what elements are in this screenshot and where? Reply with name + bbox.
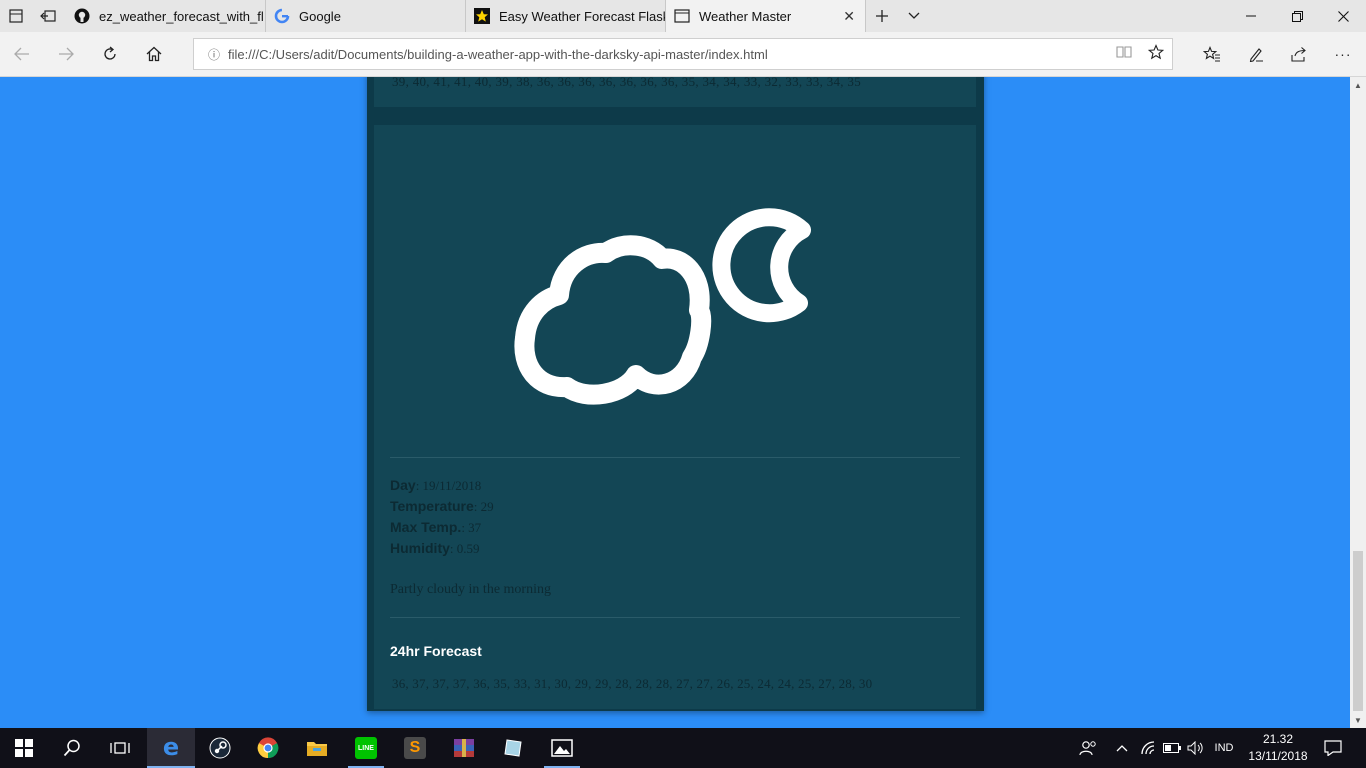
scroll-down-icon[interactable]: ▼ [1350,712,1366,728]
tab-label: Google [299,8,341,24]
tab-github[interactable]: ez_weather_forecast_with_fl [66,0,266,32]
url-text[interactable]: file:///C:/Users/adit/Documents/building… [228,47,1108,62]
more-menu-icon[interactable]: ··· [1327,38,1359,70]
tab-bar: ez_weather_forecast_with_fl Google Easy … [0,0,1366,32]
edge-browser-icon[interactable]: e [147,728,195,768]
tab-google[interactable]: Google [266,0,466,32]
max-temp-value: : 37 [461,520,482,535]
reading-view-icon[interactable] [1108,45,1140,64]
day-card: Day: 19/11/2018 Temperature: 29 Max Temp… [374,125,976,709]
favorites-hub-icon[interactable] [1196,38,1228,70]
winrar-icon[interactable] [440,728,488,768]
tab-easy-weather[interactable]: Easy Weather Forecast Flask [466,0,666,32]
previous-day-card: 39, 40, 41, 41, 40, 39, 38, 36, 36, 36, … [374,77,976,107]
humidity-value: : 0.59 [449,541,480,556]
max-temp-label: Max Temp. [390,519,462,535]
page-content: 39, 40, 41, 41, 40, 39, 38, 36, 36, 36, … [0,77,1350,728]
page-icon [674,8,690,24]
info-icon[interactable]: ⓘ [200,46,228,63]
sublime-text-icon[interactable]: S [391,728,439,768]
forecast-panel: 39, 40, 41, 41, 40, 39, 38, 36, 36, 36, … [367,77,984,711]
forward-icon[interactable] [50,38,82,70]
tab-label: Weather Master [699,8,792,24]
divider-top [390,457,960,458]
set-aside-tabs-icon[interactable] [32,0,64,32]
notebook-app-icon[interactable] [489,728,537,768]
hourly-temperatures: 36, 37, 37, 37, 36, 35, 33, 31, 30, 29, … [392,676,873,691]
share-icon[interactable] [1283,38,1315,70]
favorite-star-icon[interactable] [1140,43,1172,65]
search-icon[interactable] [48,728,96,768]
previous-hourly-temperatures: 39, 40, 41, 41, 40, 39, 38, 36, 36, 36, … [392,77,861,89]
tab-weather-master[interactable]: Weather Master ✕ [666,0,866,32]
partly-cloudy-night-icon [514,208,811,405]
file-explorer-icon[interactable] [293,728,341,768]
new-tab-icon[interactable] [866,0,898,32]
system-clock[interactable]: 21.32 13/11/2018 [1240,731,1316,765]
humidity-label: Humidity [390,540,450,556]
task-view-icon[interactable] [96,728,144,768]
refresh-icon[interactable] [94,38,126,70]
tab-preview-icon[interactable] [898,0,930,32]
line-app-icon[interactable]: LINE [342,728,390,768]
battery-icon[interactable] [1161,728,1183,768]
restore-icon[interactable] [1274,0,1320,32]
show-hidden-icons-icon[interactable] [1112,728,1132,768]
photos-app-icon[interactable] [538,728,586,768]
tab-label: Easy Weather Forecast Flask [499,8,665,24]
taskbar: e LINE S IND 21.32 13/11/2018 [0,728,1366,768]
notifications-icon[interactable] [1318,728,1348,768]
divider-bottom [390,617,960,618]
clock-time: 21.32 [1262,732,1294,746]
navigation-bar: ⓘ file:///C:/Users/adit/Documents/buildi… [0,32,1366,77]
star-badge-icon [474,8,490,24]
tab-actions-icon[interactable] [0,0,32,32]
temperature-value: : 29 [473,499,494,514]
close-tab-icon[interactable]: ✕ [843,8,855,25]
web-note-icon[interactable] [1240,38,1272,70]
day-details: Day: 19/11/2018 Temperature: 29 Max Temp… [390,475,494,559]
page-scrollbar[interactable]: ▲ ▼ [1350,77,1366,728]
chrome-icon[interactable] [244,728,292,768]
day-label: Day [390,477,416,493]
close-window-icon[interactable] [1320,0,1366,32]
input-language[interactable]: IND [1209,728,1239,768]
forecast-title: 24hr Forecast [390,643,482,659]
tab-label: ez_weather_forecast_with_fl [99,8,264,24]
day-value: : 19/11/2018 [415,478,482,493]
volume-icon[interactable] [1185,728,1207,768]
windows-start-icon[interactable] [0,728,48,768]
scroll-up-icon[interactable]: ▲ [1350,77,1366,93]
scroll-thumb[interactable] [1353,551,1363,711]
home-icon[interactable] [138,38,170,70]
people-icon[interactable] [1074,728,1102,768]
wifi-icon[interactable] [1137,728,1159,768]
weather-summary: Partly cloudy in the morning [390,582,551,597]
address-bar[interactable]: ⓘ file:///C:/Users/adit/Documents/buildi… [193,38,1173,70]
clock-date: 13/11/2018 [1248,749,1308,763]
steam-icon[interactable] [196,728,244,768]
back-icon[interactable] [6,38,38,70]
github-icon [74,8,90,24]
google-icon [274,8,290,24]
minimize-icon[interactable] [1228,0,1274,32]
temperature-label: Temperature [390,498,474,514]
